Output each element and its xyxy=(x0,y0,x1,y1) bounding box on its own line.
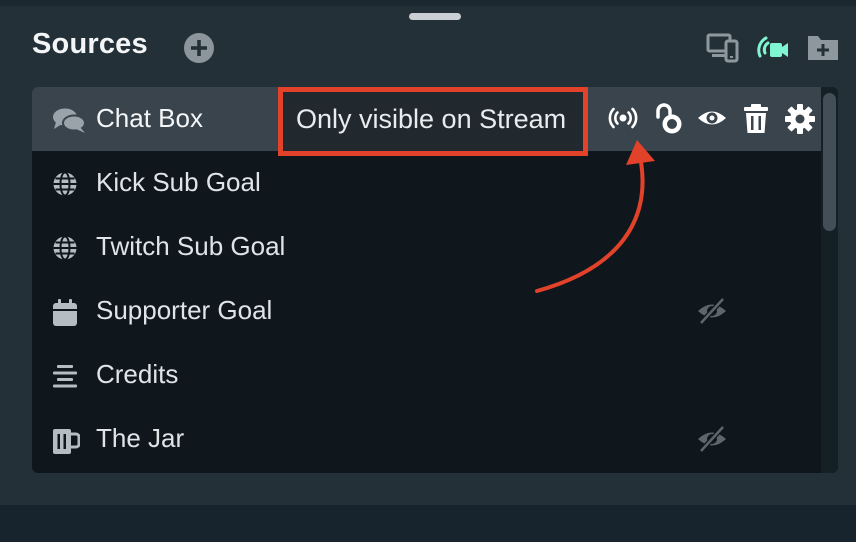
footer-bar xyxy=(0,505,856,542)
annotation-arrow xyxy=(535,140,655,293)
